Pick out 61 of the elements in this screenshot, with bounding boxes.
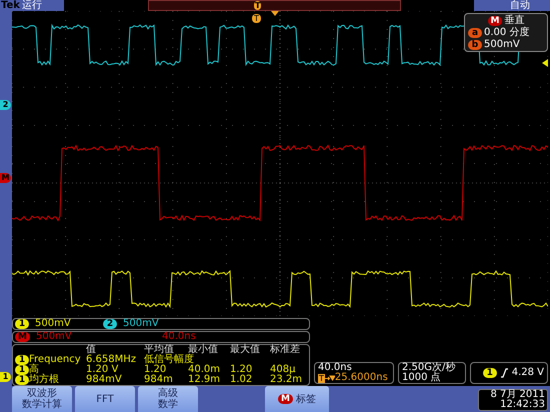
channel-scale: 500mV bbox=[35, 319, 71, 329]
delay-arrow-icon bbox=[324, 374, 335, 382]
channel-marker: M bbox=[0, 173, 11, 183]
knob-badge: a bbox=[468, 28, 482, 38]
time: 12:42:33 bbox=[500, 400, 545, 410]
rising-edge-icon bbox=[500, 368, 508, 378]
measurement-value: 6.658MHz bbox=[86, 355, 138, 365]
time-scale: 40.0ns bbox=[318, 363, 352, 373]
measurement-value: 12.9m bbox=[188, 375, 222, 385]
column-header: 值 bbox=[86, 345, 96, 355]
knob-badge: b bbox=[468, 40, 482, 50]
record-length: 1000 点 bbox=[402, 373, 442, 383]
math-badge: M bbox=[15, 332, 30, 342]
math-timebase: 40.0ns bbox=[162, 332, 196, 342]
measurement-value: 1.02 bbox=[230, 375, 254, 385]
measurement-name: 均方根 bbox=[29, 375, 60, 385]
overlay-value: 500mV bbox=[484, 39, 520, 50]
label-button[interactable]: M 标签 bbox=[265, 386, 329, 412]
trigger-marker: T bbox=[252, 14, 261, 23]
channel-badge: 1 bbox=[15, 375, 29, 385]
sample-rate: 2.50G次/秒 bbox=[402, 363, 456, 373]
menu-button[interactable]: 双波形 数学计算 bbox=[12, 386, 72, 412]
menu-button[interactable]: 高级 数学 bbox=[138, 386, 198, 412]
measurement-value: 984mV bbox=[86, 375, 123, 385]
math-badge: M bbox=[278, 394, 293, 404]
trigger-mode: 自动 bbox=[510, 0, 530, 11]
column-header: 最大值 bbox=[230, 345, 261, 355]
measurement-value: 低信号幅度 bbox=[144, 355, 194, 365]
column-header: 平均值 bbox=[144, 345, 174, 355]
measurement-value: 408µ bbox=[270, 365, 296, 375]
channel-badge: 1 bbox=[15, 319, 29, 329]
brand-logo: Tek bbox=[0, 0, 20, 11]
math-badge: M bbox=[488, 16, 502, 26]
measurement-value: 1.20 bbox=[144, 365, 166, 375]
math-scale: 500mV bbox=[36, 332, 73, 342]
channel-marker: 1 bbox=[0, 372, 11, 382]
measurement-value: 1.20 bbox=[230, 365, 254, 375]
channel-badge: 2 bbox=[103, 319, 117, 329]
date: 8 7月 2011 bbox=[490, 390, 545, 400]
menu-button[interactable]: FFT bbox=[75, 386, 135, 412]
channel-badge: 1 bbox=[15, 365, 29, 375]
channel-badge: 1 bbox=[482, 368, 497, 378]
channel-marker: 2 bbox=[0, 100, 11, 110]
trigger-marker: T bbox=[254, 1, 262, 10]
column-header: 标准差 bbox=[270, 345, 301, 355]
measurement-name: Frequency bbox=[29, 355, 82, 365]
channel-badge: 1 bbox=[15, 355, 29, 365]
overlay-title: 垂直 bbox=[504, 15, 524, 26]
measurement-name: 高 bbox=[29, 365, 39, 375]
run-status: 运行 bbox=[22, 0, 42, 11]
column-header: 最小值 bbox=[188, 345, 219, 355]
overlay-value: 0.00 分度 bbox=[484, 27, 530, 38]
trigger-delay: 25.6000ns bbox=[334, 373, 388, 383]
trigger-marker: T bbox=[318, 374, 325, 382]
measurement-value: 1.20 V bbox=[86, 365, 118, 375]
channel-scale: 500mV bbox=[123, 319, 159, 329]
measurement-value: 984m bbox=[144, 375, 174, 385]
measurement-value: 23.2m bbox=[270, 375, 304, 385]
measurement-value: 40.0m bbox=[188, 365, 222, 375]
trigger-voltage: 4.28 V bbox=[512, 368, 544, 378]
trigger-level-icon bbox=[542, 59, 548, 67]
